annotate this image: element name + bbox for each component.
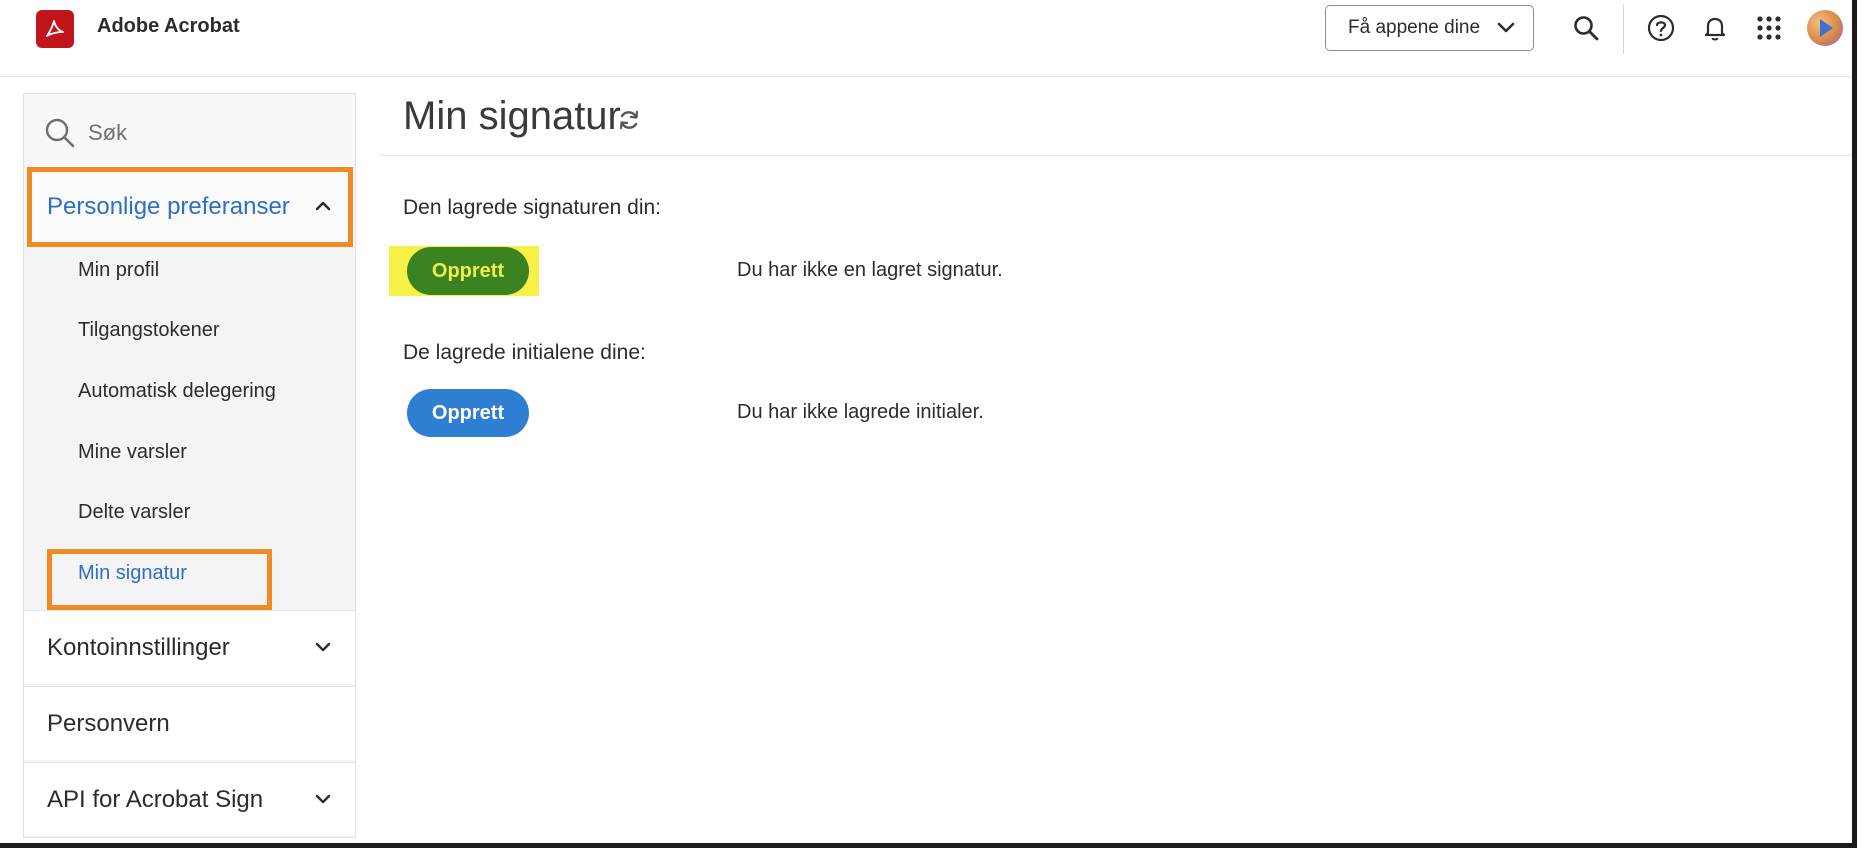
frame-edge-bottom (0, 843, 1857, 848)
initials-label: De lagrede initialene dine: (403, 341, 646, 364)
refresh-icon[interactable] (617, 108, 641, 132)
section-label: Personvern (47, 709, 170, 737)
sidebar-item-shared-notifications[interactable]: Delte varsler (78, 501, 190, 524)
app-title: Adobe Acrobat (97, 15, 240, 37)
user-avatar[interactable] (1807, 10, 1843, 46)
section-label: Personlige preferanser (47, 193, 290, 220)
sidebar-item-my-profile[interactable]: Min profil (78, 259, 159, 282)
section-label: API for Acrobat Sign (47, 785, 264, 813)
section-privacy[interactable]: Personvern (24, 686, 355, 760)
section-label: Kontoinnstillinger (47, 633, 230, 661)
section-account-settings[interactable]: Kontoinnstillinger (24, 610, 355, 684)
chevron-down-icon (315, 642, 331, 652)
acrobat-logo-icon[interactable] (36, 10, 74, 48)
sidebar-item-auto-delegation[interactable]: Automatisk delegering (78, 380, 276, 403)
signature-label: Den lagrede signaturen din: (403, 196, 662, 219)
page-title: Min signatur (403, 94, 621, 138)
initials-status: Du har ikke lagrede initialer. (737, 401, 984, 423)
search-icon (45, 118, 75, 148)
get-apps-button[interactable]: Få appene dine (1325, 5, 1534, 51)
sidebar-search-input[interactable] (86, 116, 330, 150)
personal-preferences-list: Min profil Tilgangstokener Automatisk de… (24, 246, 355, 618)
bell-icon[interactable] (1699, 12, 1731, 44)
chevron-down-icon (315, 794, 331, 804)
chevron-down-icon (1497, 22, 1515, 33)
sidebar: Personlige preferanser Min profil Tilgan… (23, 93, 356, 838)
header-divider (1623, 4, 1624, 54)
signature-status: Du har ikke en lagret signatur. (737, 259, 1003, 281)
apps-grid-icon[interactable] (1753, 12, 1785, 44)
section-personal-preferences[interactable]: Personlige preferanser (24, 170, 355, 244)
get-apps-label: Få appene dine (1348, 17, 1481, 38)
sidebar-item-access-tokens[interactable]: Tilgangstokener (78, 319, 220, 342)
sidebar-item-my-notifications[interactable]: Mine varsler (78, 441, 187, 464)
top-header: Adobe Acrobat Få appene dine (0, 0, 1852, 77)
section-acrobat-sign-api[interactable]: API for Acrobat Sign (24, 762, 355, 836)
create-signature-button[interactable]: Opprett (407, 247, 529, 295)
search-icon[interactable] (1570, 12, 1602, 44)
create-initials-button[interactable]: Opprett (407, 389, 529, 437)
sidebar-search (24, 94, 355, 170)
help-icon[interactable] (1645, 12, 1677, 44)
sidebar-item-my-signature[interactable]: Min signatur (78, 562, 187, 585)
frame-edge-right (1852, 0, 1857, 848)
title-divider (380, 155, 1852, 156)
chevron-up-icon (315, 201, 331, 211)
